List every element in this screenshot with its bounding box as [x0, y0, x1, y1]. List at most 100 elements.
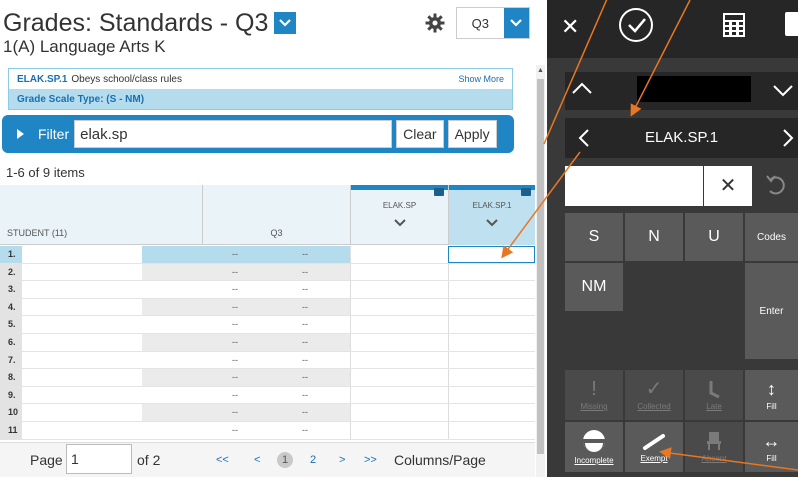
- term-dropdown-button[interactable]: [503, 8, 529, 38]
- student-name-cell[interactable]: [22, 246, 142, 263]
- collected-button[interactable]: ✓ Collected: [625, 370, 683, 420]
- comment-icon[interactable]: [785, 12, 798, 36]
- chevron-right-icon[interactable]: [782, 128, 794, 148]
- clear-button[interactable]: Clear: [396, 120, 444, 148]
- grade-cell[interactable]: [448, 386, 535, 404]
- page-number-input[interactable]: [66, 444, 132, 474]
- table-row[interactable]: 3. -- --: [0, 281, 535, 299]
- student-name-cell[interactable]: [22, 386, 142, 404]
- chevron-down-icon[interactable]: [393, 219, 406, 227]
- grade-cell[interactable]: [350, 421, 448, 439]
- grade-cell[interactable]: [448, 263, 535, 281]
- grade-cell[interactable]: [448, 351, 535, 369]
- grade-cell[interactable]: [448, 281, 535, 298]
- table-row[interactable]: 2. -- --: [0, 263, 535, 282]
- chevron-down-icon[interactable]: [486, 219, 498, 227]
- row-number: 2.: [0, 263, 22, 281]
- student-name-cell[interactable]: [22, 316, 142, 333]
- current-page-indicator[interactable]: 1: [277, 452, 293, 468]
- fill-down-button[interactable]: ↕ Fill: [745, 370, 798, 420]
- chevron-down-icon[interactable]: [772, 84, 794, 98]
- table-row[interactable]: 8. -- --: [0, 369, 535, 387]
- scroll-up-arrow-icon[interactable]: ▲: [537, 67, 544, 74]
- grade-cell[interactable]: [448, 369, 535, 386]
- term-score: --: [232, 354, 238, 365]
- term-score: --: [232, 319, 238, 330]
- grade-cell[interactable]: [350, 281, 448, 298]
- undo-button[interactable]: [753, 166, 798, 206]
- student-name-cell[interactable]: [22, 351, 142, 369]
- student-name-cell[interactable]: [22, 404, 142, 421]
- grade-cell[interactable]: [448, 333, 535, 351]
- student-name-cell[interactable]: [22, 369, 142, 386]
- table-row[interactable]: 1. -- --: [0, 246, 535, 264]
- incomplete-button[interactable]: Incomplete: [565, 422, 623, 472]
- table-row[interactable]: 9. -- --: [0, 386, 535, 405]
- score-input[interactable]: [565, 166, 703, 206]
- term-grade: --: [302, 336, 308, 347]
- student-name-cell[interactable]: [22, 298, 142, 316]
- grade-cell[interactable]: [350, 298, 448, 316]
- standard-column-header-elak-sp-1[interactable]: ELAK.SP.1: [448, 185, 535, 245]
- exempt-button[interactable]: Exempt: [625, 422, 683, 472]
- apply-button[interactable]: Apply: [447, 120, 497, 148]
- grade-cell[interactable]: [448, 404, 535, 421]
- grade-cell[interactable]: [350, 333, 448, 351]
- student-name-cell[interactable]: [22, 263, 142, 281]
- student-name-cell[interactable]: [22, 421, 142, 439]
- grade-cell[interactable]: [350, 386, 448, 404]
- calculator-grid-icon[interactable]: [722, 12, 746, 38]
- last-page-button[interactable]: >>: [364, 454, 377, 466]
- enter-button[interactable]: Enter: [745, 263, 798, 359]
- first-page-button[interactable]: <<: [216, 454, 229, 466]
- row-number: 9.: [0, 386, 22, 404]
- table-row[interactable]: 6. -- --: [0, 333, 535, 352]
- codes-button[interactable]: Codes: [745, 213, 798, 261]
- grade-cell[interactable]: [350, 404, 448, 421]
- term-grade: --: [302, 354, 308, 365]
- grade-cell[interactable]: [350, 246, 448, 263]
- title-dropdown-button[interactable]: [274, 12, 297, 34]
- late-button[interactable]: Late: [685, 370, 743, 420]
- grade-cell[interactable]: [350, 316, 448, 333]
- next-page-button[interactable]: >: [339, 454, 345, 466]
- grade-cell[interactable]: [350, 369, 448, 386]
- active-grade-cell[interactable]: [448, 246, 535, 263]
- chevron-up-icon[interactable]: [571, 81, 593, 95]
- score-key-s[interactable]: S: [565, 213, 623, 261]
- scrollbar-thumb[interactable]: [537, 79, 544, 454]
- table-row[interactable]: 10 -- --: [0, 404, 535, 422]
- page-total: of 2: [137, 452, 161, 468]
- grade-cell[interactable]: [350, 263, 448, 281]
- filter-input[interactable]: [74, 120, 393, 148]
- grade-cell[interactable]: [350, 351, 448, 369]
- prev-page-button[interactable]: <: [254, 454, 260, 466]
- show-more-link[interactable]: Show More: [458, 74, 504, 84]
- table-row[interactable]: 5. -- --: [0, 316, 535, 334]
- absent-button[interactable]: Absent: [685, 422, 743, 472]
- student-column-header[interactable]: STUDENT (11): [7, 228, 67, 238]
- page-2-link[interactable]: 2: [310, 454, 316, 466]
- grade-cell[interactable]: [448, 298, 535, 316]
- grade-cell[interactable]: [448, 316, 535, 333]
- table-row[interactable]: 11 -- --: [0, 421, 535, 440]
- score-key-u[interactable]: U: [685, 213, 743, 261]
- expand-filter-icon[interactable]: [17, 129, 24, 139]
- score-key-nm[interactable]: NM: [565, 263, 623, 311]
- close-icon[interactable]: ✕: [561, 12, 579, 42]
- grade-cell[interactable]: [448, 421, 535, 439]
- columns-per-page-label[interactable]: Columns/Page: [394, 452, 486, 468]
- score-key-n[interactable]: N: [625, 213, 683, 261]
- settings-button[interactable]: [420, 8, 450, 38]
- table-row[interactable]: 7. -- --: [0, 351, 535, 370]
- grid-scrollbar[interactable]: ▲: [536, 65, 545, 477]
- table-row[interactable]: 4. -- --: [0, 298, 535, 317]
- student-name-cell[interactable]: [22, 281, 142, 298]
- clear-score-button[interactable]: ✕: [704, 166, 752, 206]
- term-select[interactable]: Q3: [456, 7, 530, 39]
- standard-column-header-elak-sp[interactable]: ELAK.SP: [350, 185, 448, 245]
- missing-button[interactable]: ! Missing: [565, 370, 623, 420]
- fill-across-button[interactable]: ↔ Fill: [745, 422, 798, 472]
- student-name-cell[interactable]: [22, 333, 142, 351]
- checkmark-circle-icon[interactable]: [619, 8, 653, 42]
